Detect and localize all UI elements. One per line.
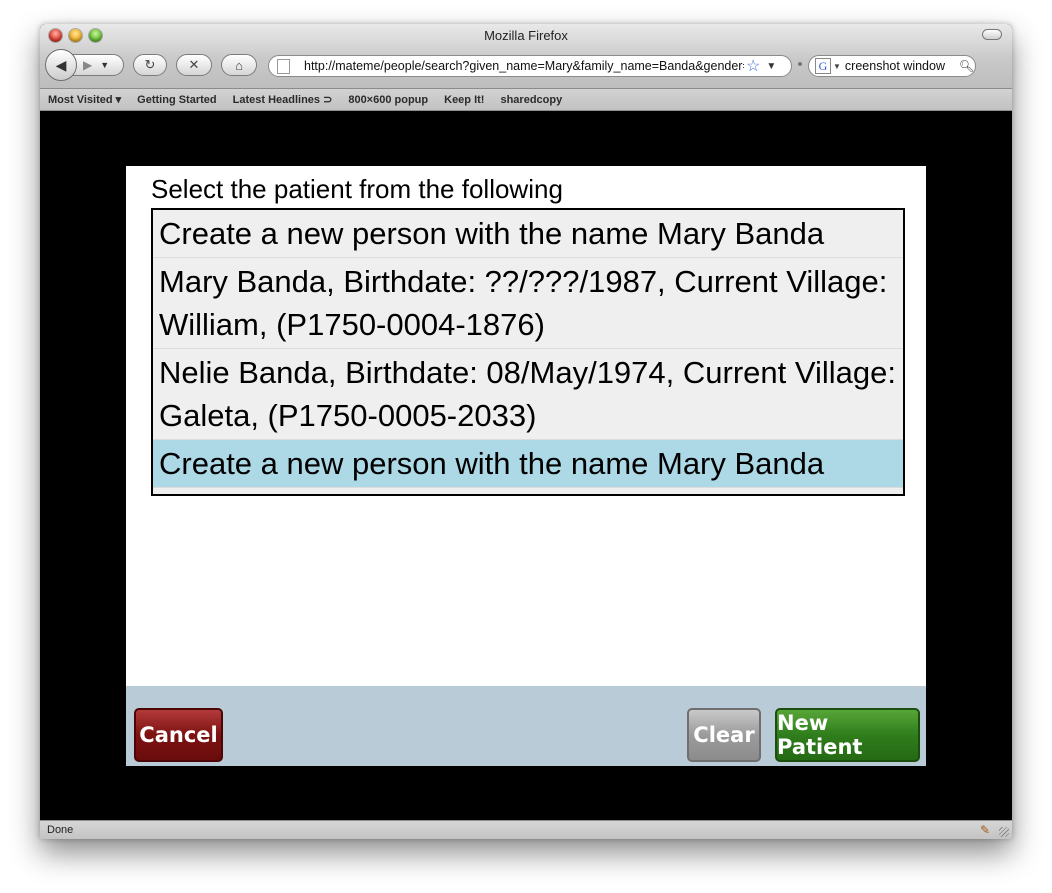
engine-dropdown-icon[interactable]: ▼ bbox=[833, 62, 841, 71]
resize-grip[interactable] bbox=[999, 827, 1009, 837]
search-input[interactable]: creenshot window bbox=[845, 59, 957, 73]
forward-button[interactable]: ▶ bbox=[83, 58, 92, 72]
window-title: Mozilla Firefox bbox=[484, 28, 568, 43]
patient-options-list: Create a new person with the name Mary B… bbox=[151, 208, 905, 496]
page-icon bbox=[277, 58, 290, 74]
bookmark-star-icon[interactable]: ☆ bbox=[746, 56, 760, 76]
option-create-new[interactable]: Create a new person with the name Mary B… bbox=[153, 210, 903, 258]
google-engine-icon[interactable]: G bbox=[815, 58, 831, 74]
new-patient-button[interactable]: New Patient bbox=[775, 708, 920, 762]
browser-window: Mozilla Firefox ◀ ▶ ▼ ↻ ✕ ⌂ http://matem… bbox=[40, 24, 1012, 839]
bookmark-latest-headlines[interactable]: Latest Headlines ⊃ bbox=[233, 93, 333, 106]
toolbar-separator bbox=[798, 62, 802, 66]
reload-button[interactable]: ↻ bbox=[133, 54, 167, 76]
back-forward-group: ◀ ▶ ▼ bbox=[45, 49, 124, 81]
reload-icon: ↻ bbox=[144, 57, 156, 72]
back-arrow-icon: ◀ bbox=[55, 56, 67, 73]
url-bar[interactable]: http://mateme/people/search?given_name=M… bbox=[268, 55, 792, 77]
status-bar: Done ✎ bbox=[40, 820, 1012, 839]
button-bar: Cancel Clear New Patient bbox=[126, 686, 926, 766]
addon-status-icon[interactable]: ✎ bbox=[980, 823, 990, 837]
stop-button[interactable]: ✕ bbox=[176, 54, 212, 76]
option-patient-nelie-banda[interactable]: Nelie Banda, Birthdate: 08/May/1974, Cur… bbox=[153, 349, 903, 440]
search-bar[interactable]: G ▼ creenshot window 🔍︎ bbox=[808, 55, 976, 77]
url-dropdown-icon[interactable]: ▼ bbox=[766, 61, 776, 72]
stop-icon: ✕ bbox=[188, 57, 200, 72]
home-icon: ⌂ bbox=[235, 57, 243, 73]
title-toolbar: Mozilla Firefox ◀ ▶ ▼ ↻ ✕ ⌂ http://matem… bbox=[40, 24, 1012, 89]
bookmarks-toolbar: Most Visited ▾ Getting Started Latest He… bbox=[40, 89, 1012, 111]
page-prompt: Select the patient from the following bbox=[151, 174, 563, 204]
bookmark-getting-started[interactable]: Getting Started bbox=[137, 94, 216, 106]
back-button[interactable]: ◀ bbox=[45, 49, 77, 81]
toolbar-toggle-button[interactable] bbox=[982, 29, 1002, 40]
home-button[interactable]: ⌂ bbox=[221, 54, 257, 76]
bookmark-popup[interactable]: 800×600 popup bbox=[348, 94, 428, 106]
page-viewport: Select the patient from the following Cr… bbox=[40, 111, 1012, 820]
bookmark-keep-it[interactable]: Keep It! bbox=[444, 94, 484, 106]
search-icon[interactable]: 🔍︎ bbox=[959, 59, 974, 73]
bookmark-most-visited[interactable]: Most Visited ▾ bbox=[48, 93, 121, 106]
status-text: Done bbox=[47, 824, 74, 836]
url-input[interactable]: http://mateme/people/search?given_name=M… bbox=[304, 59, 744, 73]
option-create-new-selected[interactable]: Create a new person with the name Mary B… bbox=[153, 440, 903, 488]
bookmark-sharedcopy[interactable]: sharedcopy bbox=[500, 94, 562, 106]
patient-search-app: Select the patient from the following Cr… bbox=[126, 166, 926, 766]
clear-button[interactable]: Clear bbox=[687, 708, 761, 762]
option-patient-mary-banda[interactable]: Mary Banda, Birthdate: ??/???/1987, Curr… bbox=[153, 258, 903, 349]
cancel-button[interactable]: Cancel bbox=[134, 708, 223, 762]
history-dropdown-icon[interactable]: ▼ bbox=[100, 60, 109, 70]
